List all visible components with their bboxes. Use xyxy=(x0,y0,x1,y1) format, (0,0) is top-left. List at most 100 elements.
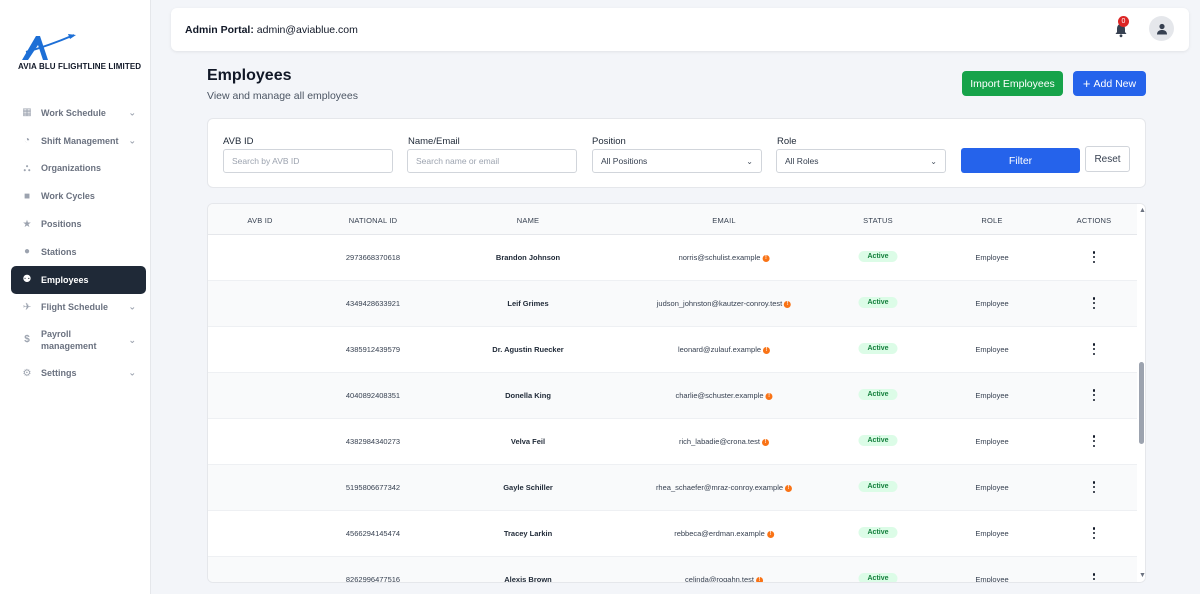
table-row[interactable]: 4040892408351 Donella King charlie@schuste… xyxy=(208,373,1137,419)
warning-icon[interactable]: ! xyxy=(763,346,771,354)
cell-role: Employee xyxy=(975,253,1009,262)
cell-national-id: 4382984340273 xyxy=(345,437,401,446)
cell-role: Employee xyxy=(975,483,1009,492)
page-subtitle: View and manage all employees xyxy=(207,90,358,102)
sidebar-item-settings[interactable]: ⚙ Settings ⌄ xyxy=(11,359,146,387)
cell-email: rhea_schaefer@mraz-conroy.example! xyxy=(655,483,793,492)
table-header: AVB ID NATIONAL ID NAME EMAIL STATUS ROL… xyxy=(208,204,1137,235)
sidebar-item-label: Payroll management xyxy=(41,329,97,352)
scrollbar-thumb[interactable] xyxy=(1139,362,1144,444)
chevron-down-icon: ⌄ xyxy=(128,367,136,378)
status-badge: Active xyxy=(858,481,898,492)
sidebar-item-label: Work Schedule xyxy=(41,107,106,118)
scroll-down-arrow-icon[interactable]: ▼ xyxy=(1139,572,1145,579)
cell-national-id: 4385912439579 xyxy=(345,345,401,354)
more-actions-icon[interactable] xyxy=(1090,481,1098,493)
email-text: norris@schulist.example xyxy=(678,253,761,262)
more-actions-icon[interactable] xyxy=(1090,343,1098,355)
sidebar-item-positions[interactable]: ★ Positions xyxy=(11,210,146,238)
company-logo[interactable]: AVIA BLU FLIGHTLINE LIMITED xyxy=(16,32,141,74)
chevron-down-icon: ⌄ xyxy=(746,157,753,166)
company-name: AVIA BLU FLIGHTLINE LIMITED xyxy=(18,62,142,71)
table-row[interactable]: 5195806677342 Gayle Schiller rhea_schaefer… xyxy=(208,465,1137,511)
position-select[interactable]: All Positions ⌄ xyxy=(592,149,762,173)
more-actions-icon[interactable] xyxy=(1090,251,1098,263)
table-row[interactable]: 4566294145474 Tracey Larkin rebbeca@erdman… xyxy=(208,511,1137,557)
user-icon xyxy=(1156,23,1167,34)
cell-role: Employee xyxy=(975,575,1009,583)
cell-email: celinda@rogahn.test! xyxy=(685,575,763,582)
table-row[interactable]: 4349428633921 Leif Grimes judson_johnston@… xyxy=(208,281,1137,327)
table-row[interactable]: 4382984340273 Velva Feil rich_labadie@cron… xyxy=(208,419,1137,465)
cell-role: Employee xyxy=(975,299,1009,308)
logo-plane-icon xyxy=(22,34,76,60)
column-header-avb-id[interactable]: AVB ID xyxy=(247,216,272,225)
sidebar-item-work-cycles[interactable]: ■ Work Cycles xyxy=(11,182,146,210)
notification-badge: 0 xyxy=(1118,16,1129,27)
warning-icon[interactable]: ! xyxy=(784,300,792,308)
sidebar-item-label: Organizations xyxy=(41,163,102,174)
more-actions-icon[interactable] xyxy=(1090,297,1098,309)
avb-id-input[interactable]: Search by AVB ID xyxy=(223,149,393,173)
email-text: rhea_schaefer@mraz-conroy.example xyxy=(655,483,784,492)
table-row[interactable]: 2973668370618 Brandon Johnson norris@schul… xyxy=(208,235,1137,281)
warning-icon[interactable]: ! xyxy=(766,530,774,538)
import-employees-button[interactable]: Import Employees xyxy=(962,71,1063,96)
status-badge: Active xyxy=(858,297,898,308)
add-new-button[interactable]: + Add New xyxy=(1073,71,1146,96)
more-actions-icon[interactable] xyxy=(1090,435,1098,447)
sidebar-item-shift-management[interactable]: ◔ Shift Management ⌄ xyxy=(11,127,146,155)
sidebar-nav: ▦ Work Schedule ⌄ ◔ Shift Management ⌄ ⛬… xyxy=(11,99,146,387)
name-email-input[interactable]: Search name or email xyxy=(407,149,577,173)
cell-email: rich_labadie@crona.test! xyxy=(679,437,769,446)
warning-icon[interactable]: ! xyxy=(785,484,793,492)
avatar[interactable] xyxy=(1149,16,1174,41)
add-new-label: Add New xyxy=(1093,77,1137,90)
map-pin-icon: ● xyxy=(23,246,31,258)
sidebar-item-label: Settings xyxy=(41,368,77,379)
role-select[interactable]: All Roles ⌄ xyxy=(776,149,946,173)
sidebar-item-employees[interactable]: ⚉ Employees xyxy=(11,265,146,294)
warning-icon[interactable]: ! xyxy=(762,438,769,446)
more-actions-icon[interactable] xyxy=(1090,573,1098,582)
scroll-up-arrow-icon[interactable]: ▲ xyxy=(1139,207,1145,214)
more-actions-icon[interactable] xyxy=(1090,389,1098,401)
avb-id-label: AVB ID xyxy=(223,136,254,147)
column-header-email[interactable]: EMAIL xyxy=(712,216,736,225)
table-scrollbar[interactable]: ▲ ▼ xyxy=(1137,204,1145,582)
warning-icon[interactable]: ! xyxy=(755,576,763,582)
cell-role: Employee xyxy=(975,345,1009,354)
sidebar-item-label: Shift Management xyxy=(41,135,119,146)
table-row[interactable]: 8262996477516 Alexis Brown celinda@rogahn.… xyxy=(208,557,1137,583)
plane-icon: ✈ xyxy=(22,301,32,313)
sidebar-item-organizations[interactable]: ⛬ Organizations xyxy=(11,155,146,183)
sidebar-item-label: Stations xyxy=(41,246,77,257)
cell-email: charlie@schuster.example! xyxy=(675,391,773,400)
column-header-actions: ACTIONS xyxy=(1076,216,1112,225)
reset-button[interactable]: Reset xyxy=(1085,146,1130,172)
sidebar-item-work-schedule[interactable]: ▦ Work Schedule ⌄ xyxy=(11,99,146,127)
column-header-status[interactable]: STATUS xyxy=(863,216,893,225)
status-badge: Active xyxy=(858,573,898,582)
more-actions-icon[interactable] xyxy=(1090,527,1098,539)
chevron-down-icon: ⌄ xyxy=(930,157,937,166)
position-select-value: All Positions xyxy=(601,156,648,166)
column-header-national-id[interactable]: NATIONAL ID xyxy=(349,216,397,225)
sidebar-item-stations[interactable]: ● Stations xyxy=(11,238,146,266)
gear-icon: ⚙ xyxy=(22,367,32,379)
sidebar-item-label: Flight Schedule xyxy=(41,302,109,313)
column-header-name[interactable]: NAME xyxy=(517,216,539,225)
cell-national-id: 4040892408351 xyxy=(345,391,401,400)
sidebar-item-payroll-management[interactable]: $ Payroll management ⌄ xyxy=(11,321,146,359)
warning-icon[interactable]: ! xyxy=(762,254,770,262)
dollar-icon: $ xyxy=(24,334,30,346)
sidebar-item-flight-schedule[interactable]: ✈ Flight Schedule ⌄ xyxy=(11,294,146,322)
chevron-down-icon: ⌄ xyxy=(128,301,136,312)
sidebar: AVIA BLU FLIGHTLINE LIMITED ▦ Work Sched… xyxy=(0,0,151,594)
warning-icon[interactable]: ! xyxy=(765,392,773,400)
table-row[interactable]: 4385912439579 Dr. Agustin Ruecker leonard@… xyxy=(208,327,1137,373)
cell-national-id: 4566294145474 xyxy=(345,529,401,538)
column-header-role[interactable]: ROLE xyxy=(981,216,1002,225)
filter-button[interactable]: Filter xyxy=(961,148,1080,173)
cell-role: Employee xyxy=(975,529,1009,538)
